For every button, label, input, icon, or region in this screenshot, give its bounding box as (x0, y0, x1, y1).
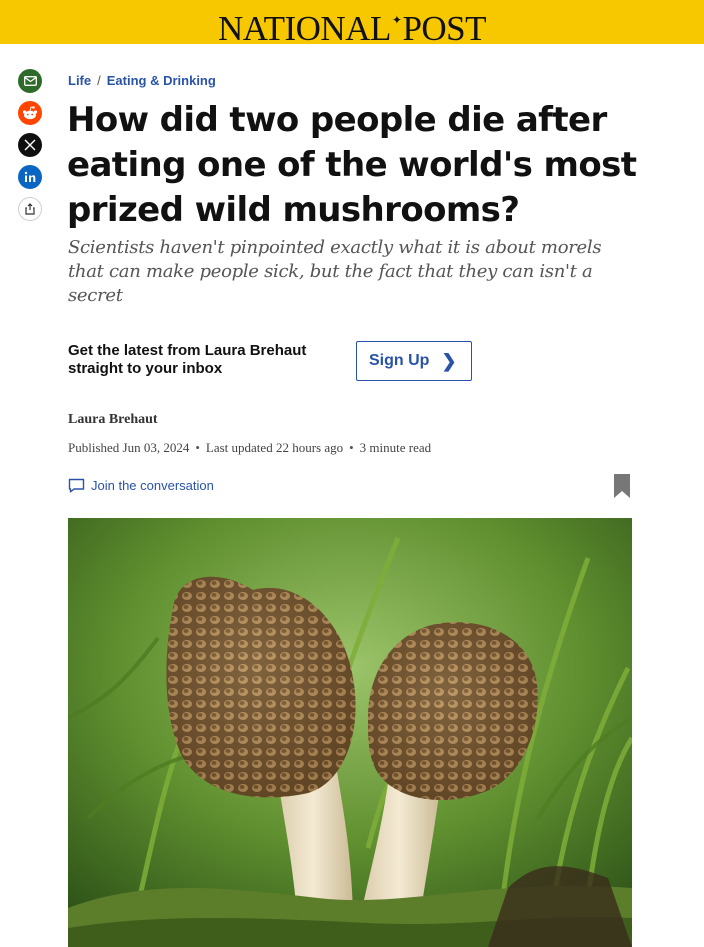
published-date: Published Jun 03, 2024 (68, 440, 190, 455)
x-icon (24, 139, 36, 151)
breadcrumb: Life / Eating & Drinking (68, 73, 216, 88)
linkedin-icon (24, 171, 36, 182)
breadcrumb-separator: / (97, 73, 101, 88)
newsletter-prompt: Get the latest from Laura Brehaut straig… (68, 342, 307, 377)
last-updated: Last updated 22 hours ago (205, 440, 344, 455)
share-icon (25, 203, 35, 215)
author-name[interactable]: Laura Brehaut (68, 412, 158, 428)
hero-image-morel-mushrooms (68, 518, 632, 947)
join-conversation-link[interactable]: Join the conversation (68, 478, 214, 493)
breadcrumb-eating-drinking[interactable]: Eating & Drinking (107, 73, 216, 88)
comment-icon (68, 478, 85, 493)
site-logo[interactable]: NATIONAL✦POST (0, 2, 704, 47)
reddit-icon (22, 106, 38, 120)
sign-up-button[interactable]: Sign Up ❯ (356, 341, 472, 381)
share-rail (18, 69, 43, 229)
envelope-icon (23, 76, 37, 86)
reddit-share-button[interactable] (18, 101, 42, 125)
article-headline: How did two people die after eating one … (67, 100, 637, 230)
read-time: 3 minute read (359, 440, 432, 455)
more-share-button[interactable] (18, 197, 42, 221)
bookmark-icon[interactable] (613, 474, 631, 498)
logo-maple-icon: ✦ (391, 13, 402, 27)
meta-dot-separator: • (349, 440, 354, 455)
chevron-right-icon: ❯ (441, 350, 457, 371)
breadcrumb-life[interactable]: Life (68, 73, 91, 88)
x-share-button[interactable] (18, 133, 42, 157)
article-meta: Published Jun 03, 2024 • Last updated 22 h… (68, 440, 431, 456)
email-share-button[interactable] (18, 69, 42, 93)
article-deck: Scientists haven't pinpointed exactly wh… (68, 237, 602, 306)
linkedin-share-button[interactable] (18, 165, 42, 189)
site-header: NATIONAL✦POST (0, 0, 704, 47)
meta-dot-separator: • (195, 440, 200, 455)
sign-up-label: Sign Up (369, 352, 430, 369)
join-conversation-label: Join the conversation (91, 478, 214, 493)
